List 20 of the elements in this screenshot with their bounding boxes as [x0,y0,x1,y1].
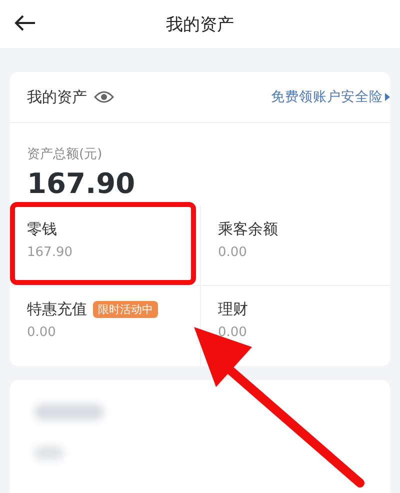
asset-value: 0.00 [27,325,57,340]
asset-item[interactable]: 乘客余额 0.00 [200,206,390,286]
asset-value: 0.00 [218,325,248,340]
total-amount: 167.90 [27,167,136,200]
promo-badge: 限时活动中 [93,301,158,318]
total-label: 资产总额(元) [27,146,104,163]
asset-label: 零钱 [27,220,57,239]
asset-item[interactable]: 特惠充值 限时活动中 0.00 [10,286,200,366]
asset-label: 乘客余额 [218,220,278,239]
asset-value: 0.00 [218,245,248,260]
back-icon[interactable] [14,14,36,32]
asset-label: 理财 [218,300,248,319]
asset-label: 特惠充值 [27,300,87,319]
eye-icon[interactable] [94,90,114,104]
asset-item[interactable]: 零钱 167.90 [10,206,200,286]
page-title: 我的资产 [166,14,234,36]
card-title: 我的资产 [27,88,87,106]
asset-value: 167.90 [27,245,74,260]
triangle-icon [385,93,390,101]
insurance-link[interactable]: 免费领账户安全险 [271,88,383,106]
